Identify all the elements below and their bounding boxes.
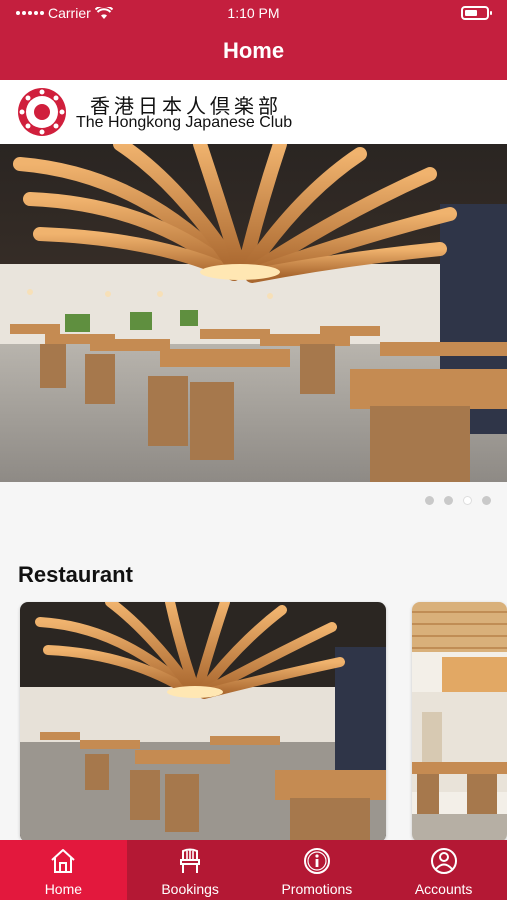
carousel-pager[interactable] <box>425 496 491 505</box>
club-logo-banner: 香港日本人倶楽部 The Hongkong Japanese Club <box>0 80 507 144</box>
tab-promotions-label: Promotions <box>281 881 353 897</box>
status-bar: Carrier 1:10 PM <box>0 0 507 26</box>
home-screen: Carrier 1:10 PM Home 香港日本人倶楽部 The Hongko… <box>0 0 507 900</box>
tab-bookings-label: Bookings <box>161 881 219 897</box>
restaurant-card-image <box>20 602 386 842</box>
restaurant-card-next-image <box>412 602 507 842</box>
user-icon <box>430 848 457 874</box>
pager-dot-active[interactable] <box>463 496 472 505</box>
restaurant-card-next[interactable] <box>412 602 507 842</box>
club-name-english: The Hongkong Japanese Club <box>76 114 293 131</box>
page-title: Home <box>222 38 285 63</box>
clock: 1:10 PM <box>227 5 280 21</box>
info-icon <box>303 848 330 874</box>
chair-icon <box>180 848 201 873</box>
tab-accounts-label: Accounts <box>414 881 473 897</box>
tab-promotions[interactable]: Promotions <box>254 840 381 900</box>
tab-home[interactable]: Home <box>0 840 127 900</box>
top-bar: Carrier 1:10 PM Home <box>0 0 507 80</box>
home-icon <box>51 849 76 873</box>
tab-bar: Home Bookings Promotions Accounts <box>0 840 507 900</box>
pager-dot[interactable] <box>444 496 453 505</box>
restaurant-section-title: Restaurant <box>18 562 133 587</box>
pager-dot[interactable] <box>425 496 434 505</box>
club-emblem-icon <box>18 88 66 136</box>
restaurant-card[interactable] <box>20 602 386 842</box>
hero-image <box>0 144 507 482</box>
tab-bookings[interactable]: Bookings <box>127 840 254 900</box>
hero-carousel[interactable] <box>0 144 507 482</box>
tab-accounts[interactable]: Accounts <box>380 840 507 900</box>
pager-dot[interactable] <box>482 496 491 505</box>
battery-icon <box>461 6 492 20</box>
tab-home-label: Home <box>44 881 83 897</box>
